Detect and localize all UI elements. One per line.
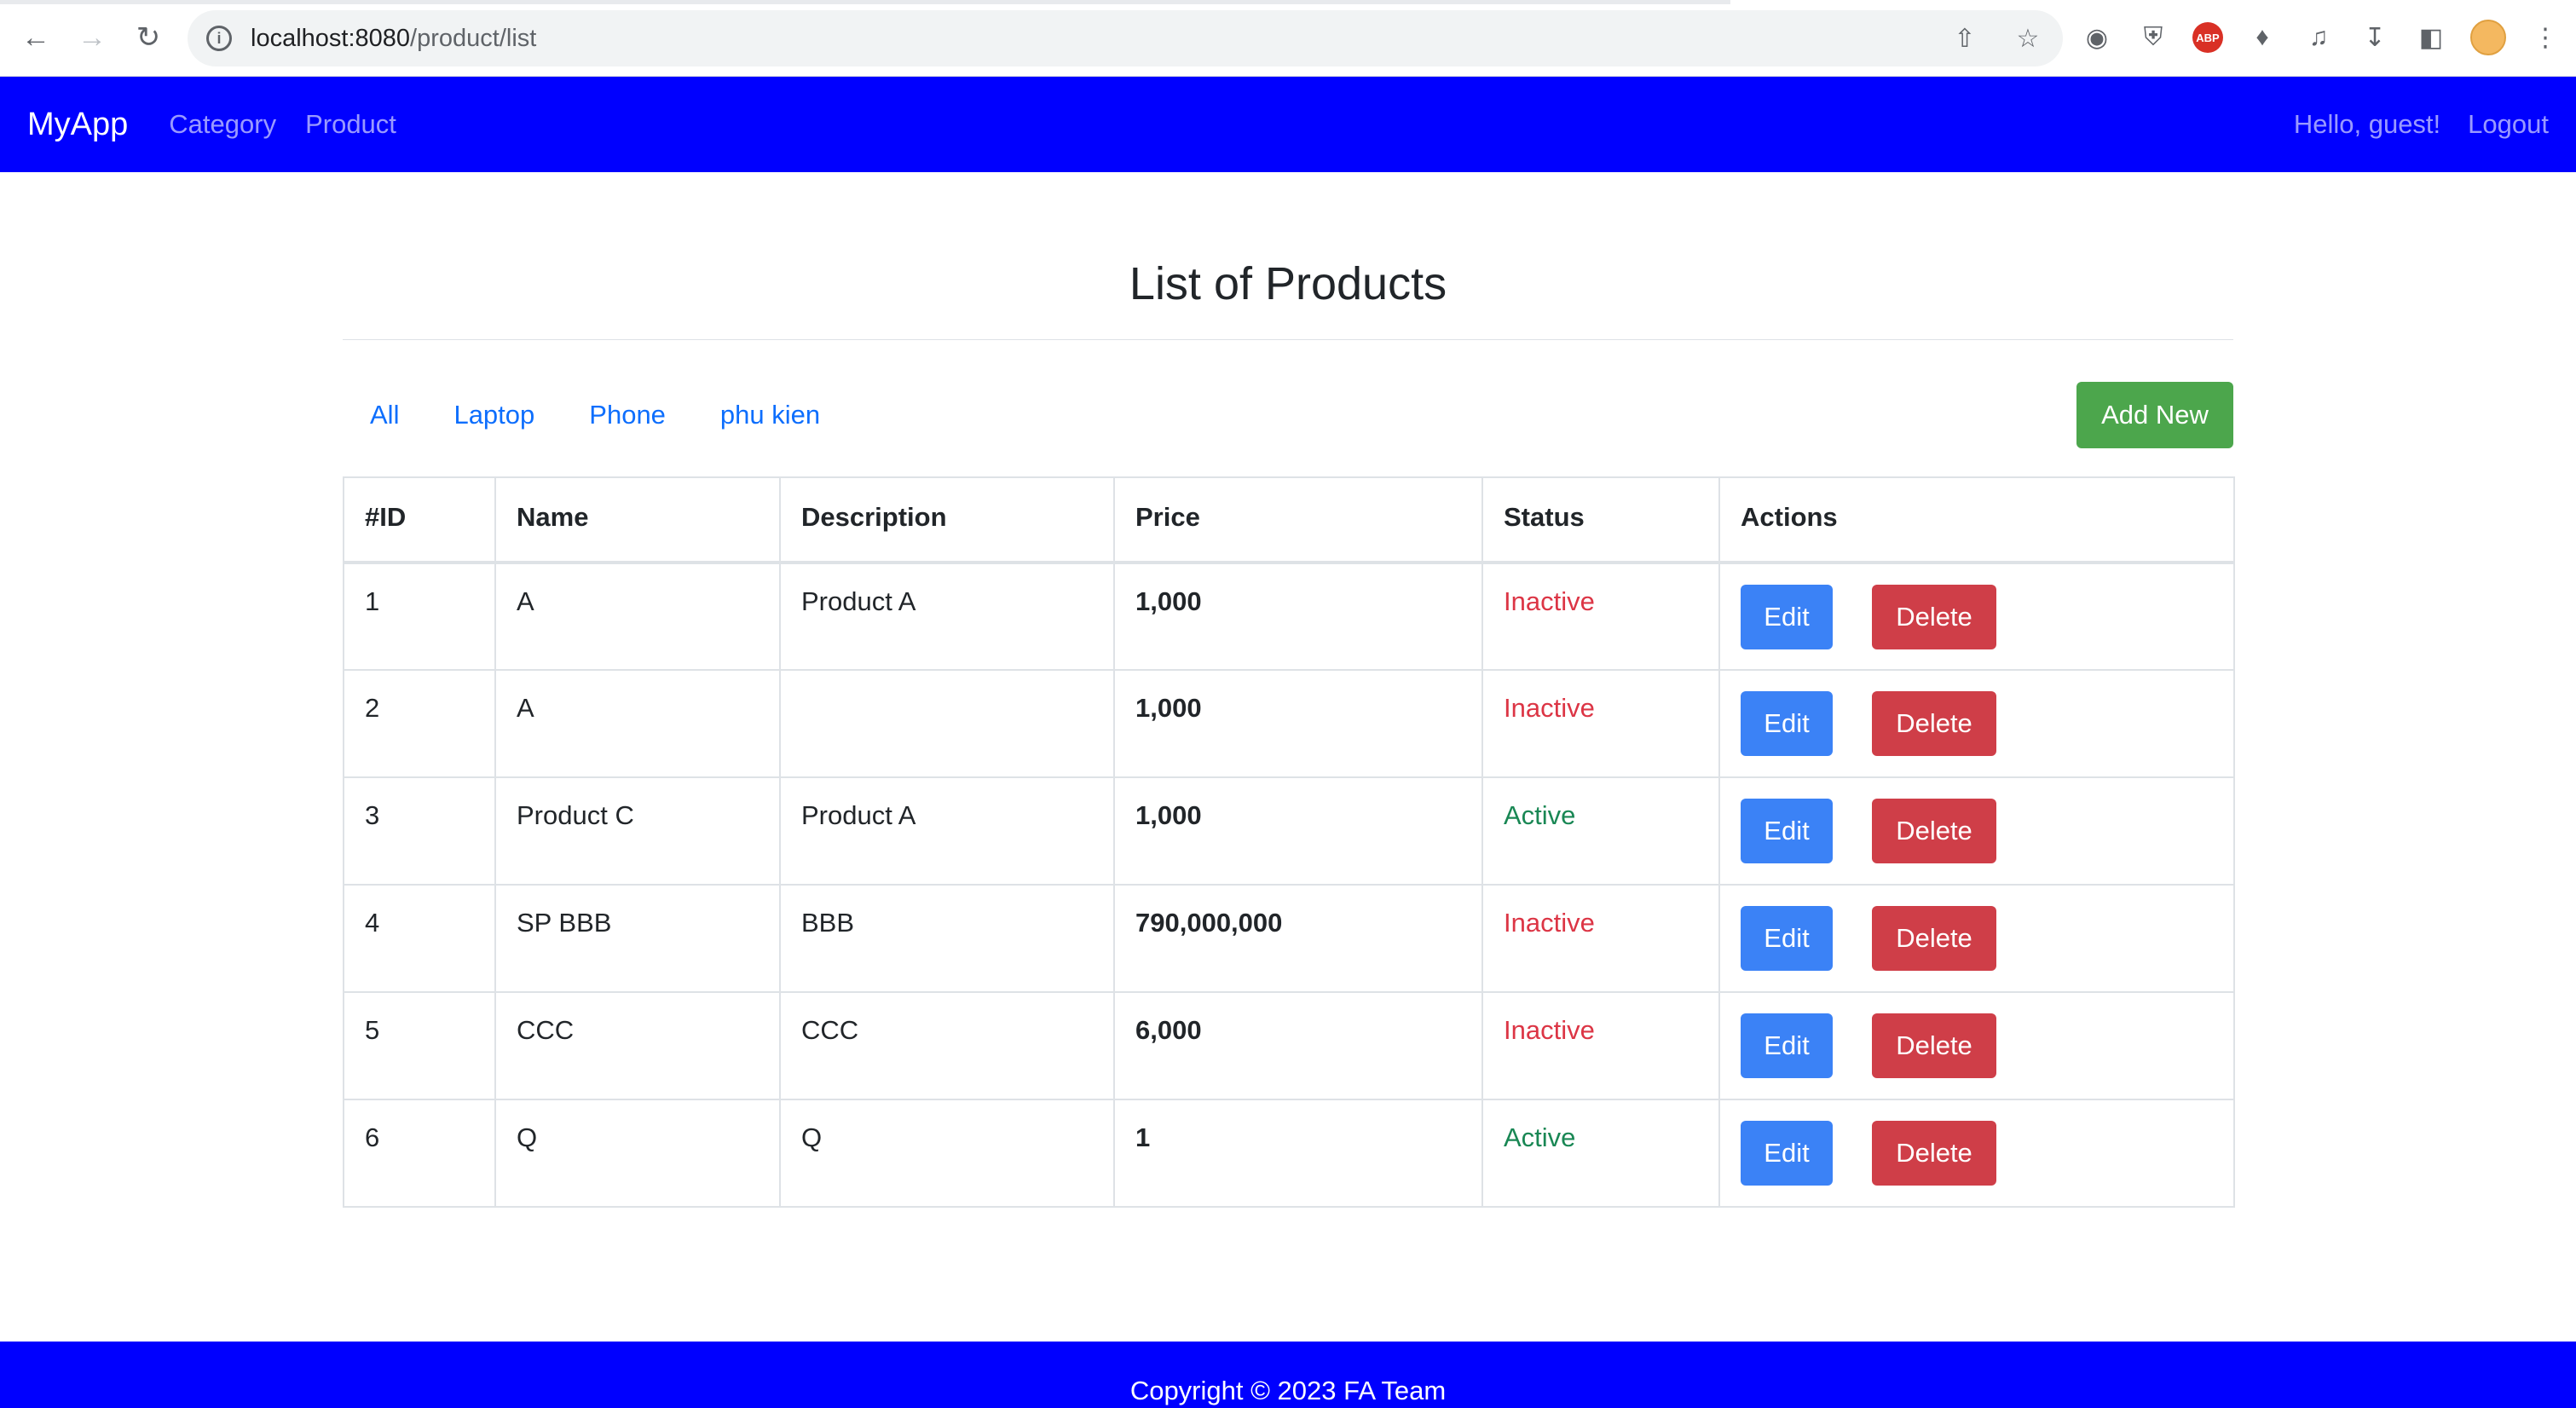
greeting-text: Hello, guest! — [2293, 109, 2441, 139]
cell-name: SP BBB — [494, 884, 781, 993]
media-playlist-icon[interactable]: ♫ — [2302, 19, 2336, 56]
kebab-menu-icon[interactable]: ⋮ — [2528, 19, 2562, 56]
header-id: #ID — [343, 476, 496, 564]
main-content: List of Products All Laptop Phone phu ki… — [343, 172, 2235, 1208]
header-name: Name — [494, 476, 781, 564]
bookmark-star-icon[interactable]: ☆ — [2012, 22, 2044, 55]
browser-chrome: ← → ↻ i localhost:8080/product/list ⇧ ☆ … — [0, 0, 2576, 77]
cell-id: 1 — [343, 562, 496, 671]
filter-laptop[interactable]: Laptop — [426, 396, 562, 434]
address-bar[interactable]: i localhost:8080/product/list ⇧ ☆ — [188, 10, 2063, 66]
status-badge: Inactive — [1481, 562, 1720, 671]
url-text: localhost:8080/product/list — [251, 24, 537, 52]
table-row: 2 A 1,000 Inactive Edit Delete — [343, 669, 2235, 778]
table-row: 6 Q Q 1 Active Edit Delete — [343, 1099, 2235, 1208]
cell-actions: Edit Delete — [1718, 776, 2235, 886]
cell-id: 5 — [343, 991, 496, 1100]
cell-actions: Edit Delete — [1718, 669, 2235, 778]
header-description: Description — [779, 476, 1115, 564]
status-badge: Inactive — [1481, 669, 1720, 778]
cell-actions: Edit Delete — [1718, 562, 2235, 671]
cell-price: 1,000 — [1113, 669, 1483, 778]
table-row: 4 SP BBB BBB 790,000,000 Inactive Edit Delete — [343, 884, 2235, 993]
cell-actions: Edit Delete — [1718, 991, 2235, 1100]
nav-link-product[interactable]: Product — [305, 109, 396, 140]
shield-icon[interactable]: ⛨ — [2136, 19, 2170, 56]
adblock-icon[interactable]: ABP — [2192, 22, 2223, 53]
table-header-row: #ID Name Description Price Status Action… — [343, 476, 2235, 564]
delete-button[interactable]: Delete — [1872, 799, 1996, 863]
footer: Copyright © 2023 FA Team — [0, 1342, 2576, 1408]
cell-description: Product A — [779, 562, 1115, 671]
cell-name: CCC — [494, 991, 781, 1100]
cell-actions: Edit Delete — [1718, 884, 2235, 993]
filter-phone[interactable]: Phone — [562, 396, 693, 434]
products-table: #ID Name Description Price Status Action… — [343, 476, 2235, 1208]
header-price: Price — [1113, 476, 1483, 564]
cell-description: Product A — [779, 776, 1115, 886]
cell-name: Q — [494, 1099, 781, 1208]
puzzle-extensions-icon[interactable]: ♦ — [2245, 19, 2279, 56]
cell-price: 1,000 — [1113, 776, 1483, 886]
share-icon[interactable]: ⇧ — [1949, 22, 1981, 55]
cell-name: A — [494, 562, 781, 671]
loading-bar — [0, 0, 1730, 4]
edit-button[interactable]: Edit — [1741, 906, 1833, 971]
filter-phu-kien[interactable]: phu kien — [693, 396, 847, 434]
profile-avatar[interactable] — [2470, 20, 2506, 55]
cell-id: 4 — [343, 884, 496, 993]
status-badge: Active — [1481, 776, 1720, 886]
cell-name: Product C — [494, 776, 781, 886]
cell-price: 790,000,000 — [1113, 884, 1483, 993]
category-filters: All Laptop Phone phu kien — [343, 396, 847, 434]
cell-name: A — [494, 669, 781, 778]
cell-description: CCC — [779, 991, 1115, 1100]
logout-link[interactable]: Logout — [2468, 109, 2549, 140]
edit-button[interactable]: Edit — [1741, 691, 1833, 756]
download-icon[interactable]: ↧ — [2358, 19, 2392, 56]
cell-price: 1 — [1113, 1099, 1483, 1208]
back-icon[interactable]: ← — [15, 17, 56, 58]
site-info-icon[interactable]: i — [206, 26, 232, 51]
add-new-button[interactable]: Add New — [2076, 382, 2233, 448]
table-row: 3 Product C Product A 1,000 Active Edit Delete — [343, 776, 2235, 886]
edit-button[interactable]: Edit — [1741, 799, 1833, 863]
edit-button[interactable]: Edit — [1741, 1013, 1833, 1078]
delete-button[interactable]: Delete — [1872, 585, 1996, 649]
filter-all[interactable]: All — [343, 396, 426, 434]
cell-description: Q — [779, 1099, 1115, 1208]
delete-button[interactable]: Delete — [1872, 1121, 1996, 1186]
page-title: List of Products — [1129, 258, 1447, 309]
camera-icon[interactable]: ◉ — [2080, 19, 2114, 56]
header-status: Status — [1481, 476, 1720, 564]
reload-icon[interactable]: ↻ — [128, 17, 169, 58]
brand-link[interactable]: MyApp — [27, 107, 128, 143]
cell-id: 6 — [343, 1099, 496, 1208]
edit-button[interactable]: Edit — [1741, 1121, 1833, 1186]
status-badge: Inactive — [1481, 884, 1720, 993]
table-row: 1 A Product A 1,000 Inactive Edit Delete — [343, 562, 2235, 671]
edit-button[interactable]: Edit — [1741, 585, 1833, 649]
status-badge: Active — [1481, 1099, 1720, 1208]
filter-row: All Laptop Phone phu kien Add New — [343, 340, 2233, 478]
delete-button[interactable]: Delete — [1872, 906, 1996, 971]
side-panel-icon[interactable]: ◧ — [2414, 19, 2448, 56]
copyright-text: Copyright © 2023 FA Team — [1129, 1376, 1447, 1405]
cell-price: 6,000 — [1113, 991, 1483, 1100]
cell-actions: Edit Delete — [1718, 1099, 2235, 1208]
delete-button[interactable]: Delete — [1872, 691, 1996, 756]
cell-description — [779, 669, 1115, 778]
status-badge: Inactive — [1481, 991, 1720, 1100]
cell-id: 2 — [343, 669, 496, 778]
table-row: 5 CCC CCC 6,000 Inactive Edit Delete — [343, 991, 2235, 1100]
cell-description: BBB — [779, 884, 1115, 993]
top-navbar: MyApp Category Product Hello, guest! Log… — [0, 77, 2576, 172]
forward-icon[interactable]: → — [72, 17, 113, 58]
cell-price: 1,000 — [1113, 562, 1483, 671]
nav-link-category[interactable]: Category — [169, 109, 276, 140]
cell-id: 3 — [343, 776, 496, 886]
header-actions: Actions — [1718, 476, 2235, 564]
delete-button[interactable]: Delete — [1872, 1013, 1996, 1078]
